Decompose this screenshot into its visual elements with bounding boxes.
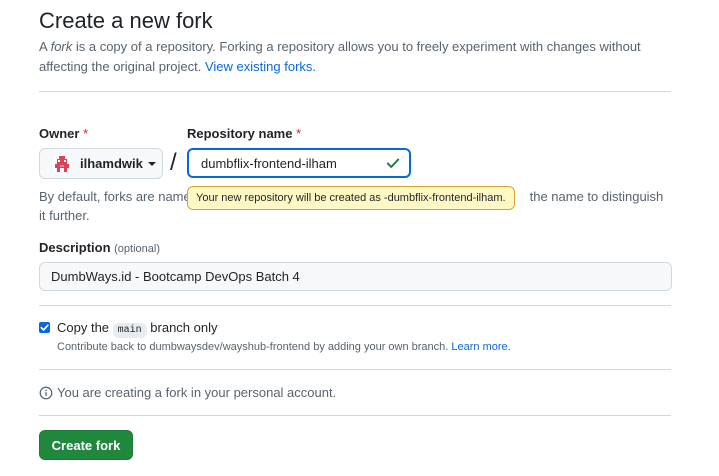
repository-name-input[interactable] bbox=[189, 150, 409, 176]
hint-text-start: By default, forks are named bbox=[39, 189, 198, 204]
page-title: Create a new fork bbox=[39, 8, 213, 33]
divider bbox=[39, 305, 671, 306]
create-fork-button[interactable]: Create fork bbox=[39, 430, 133, 460]
user-avatar-icon bbox=[52, 153, 72, 174]
divider bbox=[39, 415, 671, 416]
required-mark: * bbox=[296, 126, 302, 141]
learn-more-link[interactable]: Learn more. bbox=[451, 341, 510, 353]
copy-branch-description: Contribute back to dumbwaysdev/wayshub-f… bbox=[57, 339, 511, 355]
info-icon bbox=[39, 386, 53, 400]
fork-account-notice-text: You are creating a fork in your personal… bbox=[57, 385, 337, 400]
check-icon bbox=[386, 156, 400, 175]
copy-label-start: Copy the bbox=[57, 320, 113, 335]
page-intro: A fork is a copy of a repository. Forkin… bbox=[39, 37, 659, 77]
description-label: Description (optional) bbox=[39, 239, 160, 258]
copy-branch-description-text: Contribute back to dumbwaysdev/wayshub-f… bbox=[57, 341, 452, 353]
fork-account-notice: You are creating a fork in your personal… bbox=[39, 384, 336, 402]
required-mark: * bbox=[83, 126, 89, 141]
repository-name-label-text: Repository name bbox=[187, 126, 293, 141]
owner-label: Owner * bbox=[39, 125, 88, 143]
intro-text-start: A bbox=[39, 39, 51, 54]
repository-name-field bbox=[187, 148, 411, 178]
copy-label-end: branch only bbox=[146, 320, 218, 335]
owner-select-button[interactable]: ilhamdwik bbox=[39, 148, 163, 179]
repository-name-label: Repository name * bbox=[187, 125, 301, 143]
repository-name-tooltip: Your new repository will be created as -… bbox=[187, 186, 515, 210]
view-existing-forks-link[interactable]: View existing forks. bbox=[205, 59, 316, 74]
divider bbox=[39, 369, 671, 370]
intro-text: is a copy of a repository. Forking a rep… bbox=[39, 39, 641, 74]
description-input[interactable] bbox=[39, 262, 672, 291]
chevron-down-icon bbox=[147, 161, 156, 166]
intro-emphasis: fork bbox=[50, 39, 73, 54]
owner-repo-separator: / bbox=[170, 149, 177, 176]
optional-note: (optional) bbox=[114, 243, 160, 255]
owner-name: ilhamdwik bbox=[80, 156, 143, 171]
divider bbox=[39, 91, 671, 92]
branch-name: main bbox=[112, 323, 147, 338]
copy-main-branch-label: Copy the main branch only bbox=[57, 319, 218, 340]
description-label-text: Description bbox=[39, 240, 111, 255]
copy-main-branch-checkbox[interactable] bbox=[39, 322, 50, 333]
owner-label-text: Owner bbox=[39, 126, 80, 141]
